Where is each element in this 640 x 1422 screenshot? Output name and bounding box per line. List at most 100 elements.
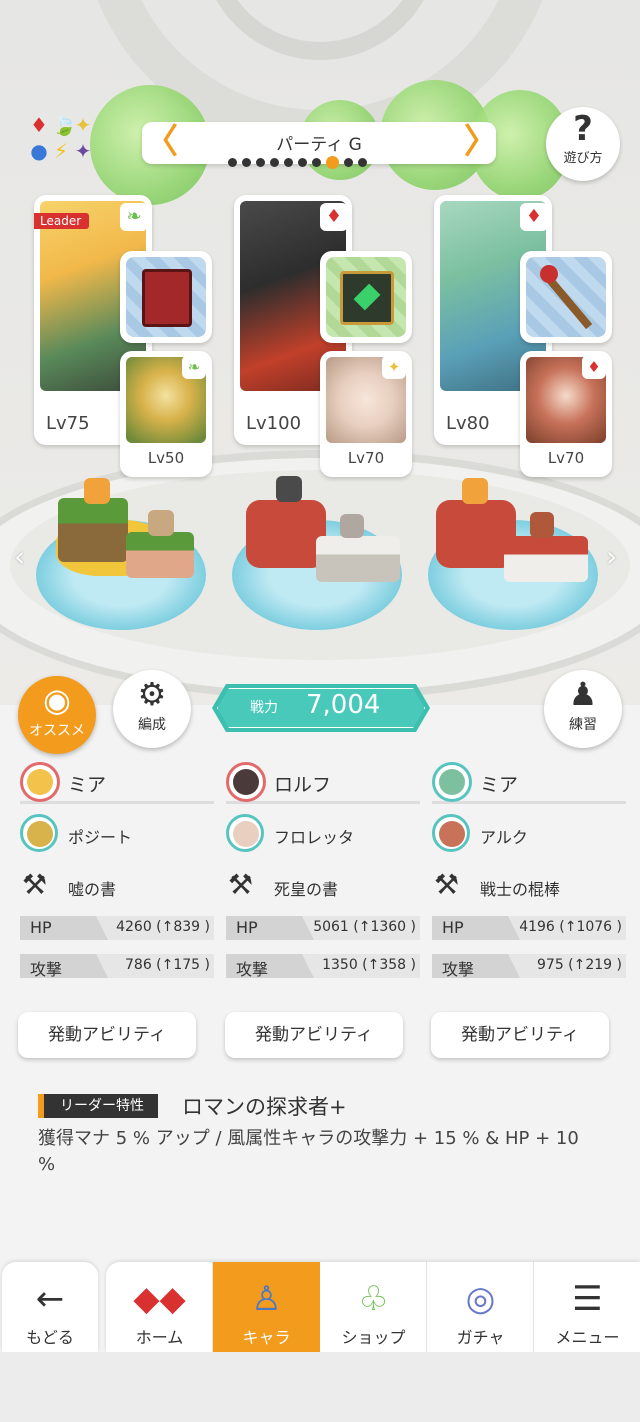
grass-block bbox=[126, 532, 194, 578]
ability-button-3[interactable]: 発動アビリティ bbox=[431, 1012, 609, 1058]
weapon-row[interactable]: ⚒ 死皇の書 bbox=[226, 858, 420, 910]
fire-diamond-icon: ♦ bbox=[320, 203, 348, 231]
member-stats-1: ミア ポジート ⚒ 嘘の書 HP 4260 (↑839 ) 攻撃 786 (↑1… bbox=[20, 760, 214, 986]
stone-block bbox=[316, 536, 400, 582]
character-name: ミア bbox=[68, 774, 107, 796]
tab-label: ショップ bbox=[341, 1328, 406, 1347]
pixel-character[interactable] bbox=[530, 512, 554, 538]
combat-power-display: 戦力 7,004 bbox=[212, 684, 430, 732]
page-dot[interactable] bbox=[344, 158, 353, 167]
equipped-item-card[interactable] bbox=[320, 251, 412, 343]
weapon-row[interactable]: ⚒ 戦士の棍棒 bbox=[432, 858, 626, 910]
page-dot-active[interactable] bbox=[326, 156, 339, 169]
fire-diamond-icon: ♦ bbox=[520, 203, 548, 231]
equipped-item-card[interactable] bbox=[520, 251, 612, 343]
page-dot[interactable] bbox=[256, 158, 265, 167]
book-icon bbox=[340, 271, 394, 325]
water-icon: ● bbox=[30, 139, 52, 163]
page-dot[interactable] bbox=[242, 158, 251, 167]
sub-level: Lv70 bbox=[347, 449, 385, 467]
weapon-icon: ⚒ bbox=[22, 868, 48, 901]
sub-character-name: ポジート bbox=[68, 828, 133, 847]
member-stats-3: ミア アルク ⚒ 戦士の棍棒 HP 4196 (↑1076 ) 攻撃 975 (… bbox=[432, 760, 626, 986]
character-avatar bbox=[226, 762, 266, 802]
sub-character-row[interactable]: フロレッタ bbox=[226, 804, 420, 858]
light-star-icon: ✦ bbox=[382, 355, 406, 379]
pixel-character[interactable] bbox=[84, 478, 110, 504]
scroll-right-arrow[interactable]: › bbox=[606, 540, 617, 573]
weapon-row[interactable]: ⚒ 嘘の書 bbox=[20, 858, 214, 910]
main-character-row[interactable]: ミア bbox=[432, 760, 626, 804]
hp-value: 4260 (↑839 ) bbox=[116, 919, 210, 935]
sub-character-avatar bbox=[226, 814, 264, 852]
practice-button[interactable]: ♟ 練習 bbox=[544, 670, 622, 748]
attack-stat: 攻撃 786 (↑175 ) bbox=[20, 950, 214, 986]
page-dot[interactable] bbox=[228, 158, 237, 167]
sub-character-card[interactable]: ❧ Lv50 bbox=[120, 351, 212, 477]
page-dot[interactable] bbox=[298, 158, 307, 167]
formation-label: 編成 bbox=[138, 717, 166, 733]
light-icon: ✦ bbox=[74, 113, 96, 137]
party-title: パーティ G bbox=[276, 135, 362, 155]
bottom-tab-bar: ← もどる ◆◆ ホーム ♙ キャラ ♧ ショップ ◎ ガチャ ☰ メニュー bbox=[0, 1258, 640, 1352]
tab-shop[interactable]: ♧ ショップ bbox=[320, 1262, 427, 1352]
pixel-character[interactable] bbox=[276, 476, 302, 502]
party-slot-3: ♦ Lv80 ♦ Lv70 bbox=[434, 195, 614, 495]
character-name: ミア bbox=[480, 774, 519, 796]
hp-label: HP bbox=[442, 918, 464, 937]
party-page-dots[interactable] bbox=[228, 156, 414, 170]
scroll-left-arrow[interactable]: ‹ bbox=[14, 540, 25, 573]
page-dot[interactable] bbox=[312, 158, 321, 167]
equipped-item-card[interactable] bbox=[120, 251, 212, 343]
attack-stat: 攻撃 1350 (↑358 ) bbox=[226, 950, 420, 986]
page-dot[interactable] bbox=[358, 158, 367, 167]
recommend-button[interactable]: ◉ オススメ bbox=[18, 676, 96, 754]
hp-label: HP bbox=[30, 918, 52, 937]
character-avatar bbox=[432, 762, 472, 802]
next-party-button[interactable]: 〉 bbox=[464, 122, 498, 164]
pixel-character[interactable] bbox=[462, 478, 488, 504]
party-slot-2: ♦ Lv100 ✦ Lv70 bbox=[234, 195, 414, 495]
item-image bbox=[126, 257, 206, 337]
pixel-character[interactable] bbox=[148, 510, 174, 536]
member-stats-2: ロルフ フロレッタ ⚒ 死皇の書 HP 5061 (↑1360 ) 攻撃 135… bbox=[226, 760, 420, 986]
party-slot-1: Leader ❧ Lv75 ❧ Lv50 bbox=[34, 195, 214, 495]
ability-button-2[interactable]: 発動アビリティ bbox=[225, 1012, 403, 1058]
wind-icon: 🍃 bbox=[52, 113, 81, 137]
help-button[interactable]: ? 遊び方 bbox=[546, 107, 620, 181]
back-button[interactable]: ← もどる bbox=[2, 1262, 98, 1352]
sub-character-row[interactable]: ポジート bbox=[20, 804, 214, 858]
tab-label: キャラ bbox=[242, 1328, 291, 1347]
main-level: Lv100 bbox=[246, 413, 302, 434]
sub-character-row[interactable]: アルク bbox=[432, 804, 626, 858]
pixel-character[interactable] bbox=[340, 514, 364, 538]
attack-label: 攻撃 bbox=[30, 960, 63, 979]
formation-button[interactable]: ⚙ 編成 bbox=[113, 670, 191, 748]
ability-button-1[interactable]: 発動アビリティ bbox=[18, 1012, 196, 1058]
element-filter-icons[interactable]: ♦🍃✦ ● ⚡ ✦ bbox=[30, 112, 116, 168]
main-character-row[interactable]: ミア bbox=[20, 760, 214, 804]
hp-label: HP bbox=[236, 918, 258, 937]
tab-gacha[interactable]: ◎ ガチャ bbox=[427, 1262, 534, 1352]
attack-stat: 攻撃 975 (↑219 ) bbox=[432, 950, 626, 986]
sub-character-card[interactable]: ✦ Lv70 bbox=[320, 351, 412, 477]
attack-value: 1350 (↑358 ) bbox=[322, 957, 416, 973]
item-image bbox=[326, 257, 406, 337]
weapon-icon: ⚒ bbox=[434, 868, 460, 901]
avatar-face bbox=[27, 821, 53, 847]
weapon-name: 嘘の書 bbox=[68, 880, 117, 899]
leader-trait-name: ロマンの探求者+ bbox=[182, 1095, 347, 1119]
avatar-face bbox=[27, 769, 53, 795]
sub-character-card[interactable]: ♦ Lv70 bbox=[520, 351, 612, 477]
avatar-face bbox=[439, 769, 465, 795]
weapon-icon: ⚒ bbox=[228, 868, 254, 901]
tab-chara[interactable]: ♙ キャラ bbox=[213, 1262, 320, 1352]
page-dot[interactable] bbox=[284, 158, 293, 167]
main-tabs: ◆◆ ホーム ♙ キャラ ♧ ショップ ◎ ガチャ ☰ メニュー bbox=[106, 1262, 640, 1352]
tab-home[interactable]: ◆◆ ホーム bbox=[106, 1262, 213, 1352]
shop-bag-icon: ♧ bbox=[358, 1279, 389, 1319]
tab-menu[interactable]: ☰ メニュー bbox=[534, 1262, 640, 1352]
main-character-row[interactable]: ロルフ bbox=[226, 760, 420, 804]
page-dot[interactable] bbox=[270, 158, 279, 167]
avatar-face bbox=[439, 821, 465, 847]
